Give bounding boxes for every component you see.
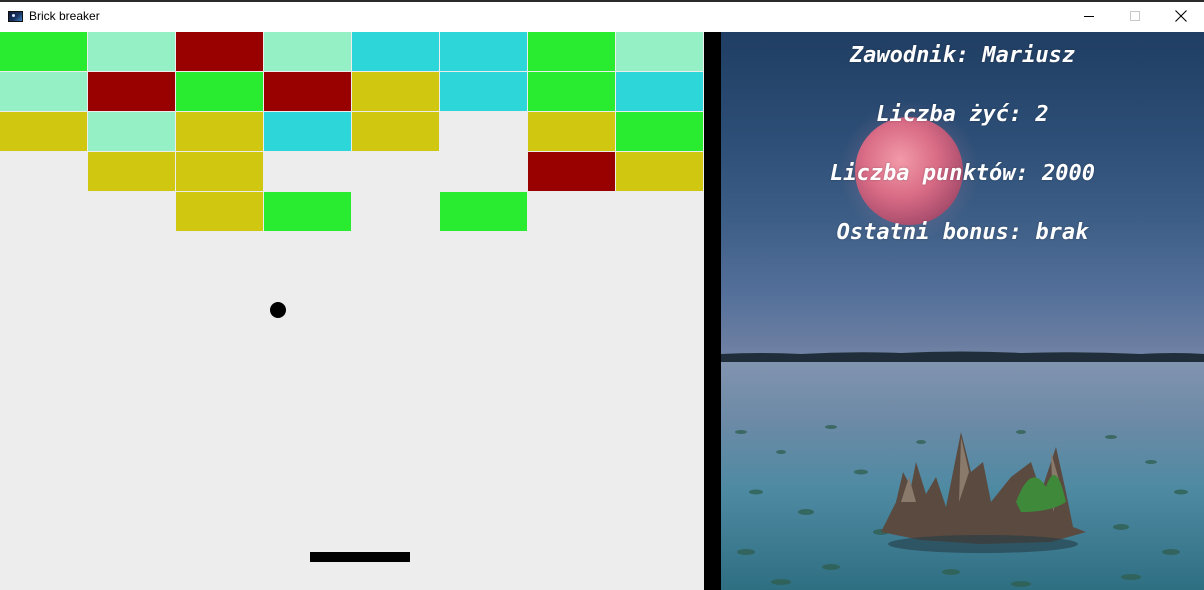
brick <box>616 112 703 151</box>
tree-line <box>721 351 1204 362</box>
window-title: Brick breaker <box>29 9 100 23</box>
paddle[interactable] <box>310 552 410 562</box>
brick <box>88 72 175 111</box>
brick <box>352 112 439 151</box>
brick <box>264 192 351 231</box>
close-button[interactable] <box>1158 2 1204 32</box>
brick <box>352 32 439 71</box>
brick <box>440 192 527 231</box>
brick <box>176 192 263 231</box>
brick <box>616 32 703 71</box>
brick <box>264 72 351 111</box>
brick <box>0 112 87 151</box>
brick <box>528 72 615 111</box>
brick <box>528 32 615 71</box>
brick <box>528 152 615 191</box>
title-bar[interactable]: Brick breaker <box>0 2 1204 32</box>
brick <box>0 32 87 71</box>
points-label: Liczba punktów: 2000 <box>830 161 1095 186</box>
brick <box>88 152 175 191</box>
info-panel: Zawodnik: Mariusz Liczba żyć: 2 Liczba p… <box>721 32 1204 590</box>
panel-divider <box>704 32 721 590</box>
brick <box>440 32 527 71</box>
brick-breaker-window: Brick breaker Zawodnik: Mariusz Liczba ż… <box>0 0 1204 590</box>
brick <box>352 72 439 111</box>
minimize-button[interactable] <box>1066 2 1112 32</box>
game-area[interactable] <box>0 32 704 590</box>
brick <box>0 72 87 111</box>
brick <box>176 112 263 151</box>
bonus-label: Ostatni bonus: brak <box>836 220 1089 245</box>
game-icon <box>8 11 23 22</box>
maximize-button[interactable] <box>1112 2 1158 32</box>
player-name-label: Zawodnik: Mariusz <box>849 43 1076 68</box>
brick <box>528 112 615 151</box>
brick <box>264 112 351 151</box>
ball <box>270 302 286 318</box>
close-icon <box>1175 10 1187 22</box>
brick <box>616 152 703 191</box>
lives-label: Liczba żyć: 2 <box>876 102 1049 127</box>
brick <box>440 72 527 111</box>
brick <box>176 72 263 111</box>
brick <box>176 32 263 71</box>
brick <box>616 72 703 111</box>
brick <box>264 32 351 71</box>
brick <box>176 152 263 191</box>
brick <box>88 32 175 71</box>
maximize-icon <box>1130 11 1140 21</box>
minimize-icon <box>1084 16 1094 17</box>
brick <box>88 112 175 151</box>
